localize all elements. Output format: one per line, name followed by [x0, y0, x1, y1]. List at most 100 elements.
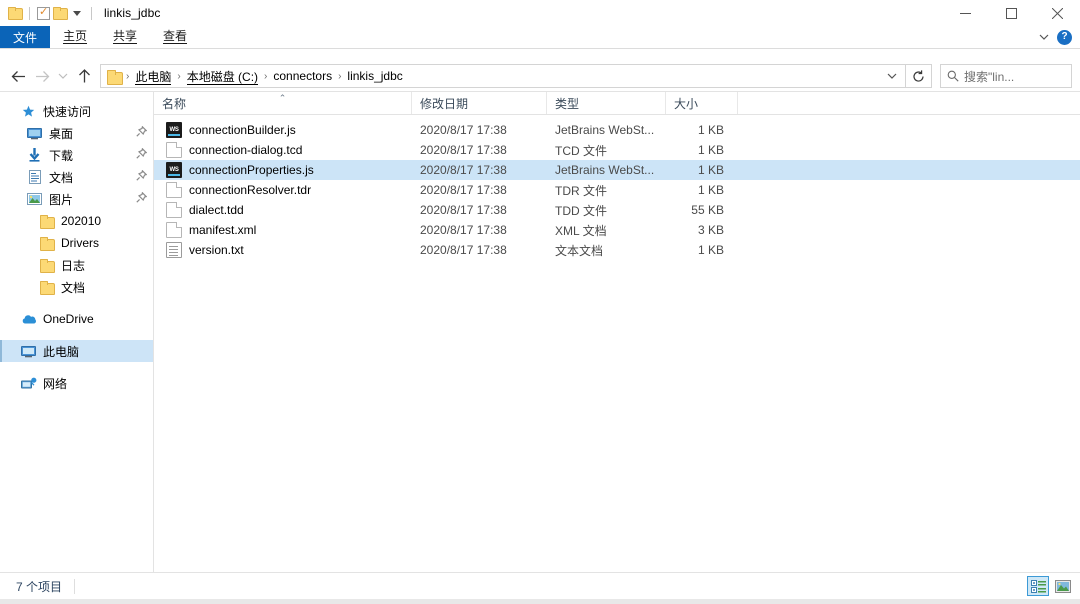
sidebar-item-network[interactable]: 网络	[0, 372, 153, 394]
table-row[interactable]: connection-dialog.tcd 2020/8/17 17:38 TC…	[154, 140, 1080, 160]
sidebar-item-drivers[interactable]: Drivers	[0, 232, 153, 254]
sidebar-item-onedrive[interactable]: OneDrive	[0, 308, 153, 330]
generic-file-icon	[166, 222, 182, 238]
computer-icon	[20, 345, 37, 358]
breadcrumb-separator-1[interactable]: ›	[175, 71, 182, 82]
sidebar-item-documents-folder[interactable]: 文档	[0, 276, 153, 298]
breadcrumb-separator-2[interactable]: ›	[262, 71, 269, 82]
file-name: dialect.tdd	[189, 203, 244, 217]
sidebar-item-quick-access[interactable]: 快速访问	[0, 100, 153, 122]
window-title: linkis_jdbc	[104, 6, 161, 20]
ribbon-spacer	[200, 26, 1039, 48]
file-rows: WS connectionBuilder.js 2020/8/17 17:38 …	[154, 115, 1080, 572]
tab-view[interactable]: 查看	[150, 26, 200, 48]
back-button[interactable]	[6, 63, 30, 89]
folder-icon	[38, 258, 55, 273]
quick-access-toolbar	[0, 5, 96, 20]
qat-divider-2	[91, 6, 92, 20]
breadcrumb-dropdown-icon[interactable]	[881, 65, 903, 87]
folder-icon	[38, 236, 55, 251]
column-header-name[interactable]: ⌃ 名称	[154, 92, 412, 114]
file-type: TDD 文件	[555, 203, 607, 218]
file-name: connectionResolver.tdr	[189, 183, 312, 197]
search-placeholder: 搜索"lin...	[964, 69, 1015, 84]
customize-caret-icon[interactable]	[70, 10, 84, 16]
breadcrumb-separator-3[interactable]: ›	[336, 71, 343, 82]
refresh-button[interactable]	[906, 64, 932, 88]
folder-icon	[38, 280, 55, 295]
sidebar-item-label: 快速访问	[43, 104, 92, 119]
pin-icon[interactable]	[136, 125, 148, 140]
close-button[interactable]	[1034, 0, 1080, 26]
file-size: 1 KB	[697, 143, 724, 157]
sidebar-item-pictures[interactable]: 图片	[0, 188, 153, 210]
chevron-down-icon[interactable]	[1039, 34, 1049, 40]
ribbon-collapsed-pane	[0, 49, 1080, 61]
large-icons-view-button[interactable]	[1052, 576, 1074, 596]
view-mode-buttons	[1027, 576, 1074, 596]
sidebar-item-this-pc[interactable]: 此电脑	[0, 340, 153, 362]
tab-file[interactable]: 文件	[0, 26, 51, 48]
table-row[interactable]: version.txt 2020/8/17 17:38 文本文档 1 KB	[154, 240, 1080, 260]
table-row[interactable]: connectionResolver.tdr 2020/8/17 17:38 T…	[154, 180, 1080, 200]
file-name: connection-dialog.tcd	[189, 143, 303, 157]
file-type: TDR 文件	[555, 183, 607, 198]
help-icon[interactable]: ?	[1057, 29, 1072, 45]
star-icon	[20, 105, 37, 118]
sidebar-item-desktop[interactable]: 桌面	[0, 122, 153, 144]
file-size: 1 KB	[697, 123, 724, 137]
sidebar-item-label: 桌面	[49, 126, 74, 141]
breadcrumb[interactable]: › 此电脑 › 本地磁盘 (C:) › connectors › linkis_…	[100, 64, 906, 88]
network-icon	[20, 377, 37, 390]
sidebar-item-202010[interactable]: 202010	[0, 210, 153, 232]
recent-locations-icon[interactable]	[54, 63, 72, 89]
sidebar-item-label: 文档	[49, 170, 74, 185]
tab-share[interactable]: 共享	[100, 26, 150, 48]
file-type: JetBrains WebSt...	[555, 163, 655, 177]
breadcrumb-separator-0[interactable]: ›	[124, 71, 131, 82]
breadcrumb-item-3[interactable]: linkis_jdbc	[343, 67, 406, 85]
table-row[interactable]: WS connectionBuilder.js 2020/8/17 17:38 …	[154, 120, 1080, 140]
table-row[interactable]: WS connectionProperties.js 2020/8/17 17:…	[154, 160, 1080, 180]
minimize-button[interactable]	[942, 0, 988, 26]
sidebar-item-label: 网络	[43, 376, 68, 391]
column-header-filler	[738, 92, 1080, 114]
forward-button[interactable]	[30, 63, 54, 89]
column-header-size[interactable]: 大小	[666, 92, 738, 114]
breadcrumb-item-0[interactable]: 此电脑	[131, 66, 175, 87]
file-type: XML 文档	[555, 223, 607, 238]
table-row[interactable]: dialect.tdd 2020/8/17 17:38 TDD 文件 55 KB	[154, 200, 1080, 220]
ribbon-tab-bar: 文件 主页 共享 查看 ?	[0, 26, 1080, 48]
column-header-type[interactable]: 类型	[547, 92, 666, 114]
details-view-button[interactable]	[1027, 576, 1049, 596]
breadcrumb-item-2[interactable]: connectors	[269, 67, 336, 85]
folder-icon[interactable]	[8, 7, 23, 20]
column-header-date-modified[interactable]: 修改日期	[412, 92, 547, 114]
sidebar-item-documents[interactable]: 文档	[0, 166, 153, 188]
file-size: 3 KB	[697, 223, 724, 237]
file-date: 2020/8/17 17:38	[420, 223, 507, 237]
tab-home[interactable]: 主页	[50, 26, 100, 48]
new-folder-icon[interactable]	[53, 7, 68, 20]
pin-icon[interactable]	[136, 191, 148, 206]
file-date: 2020/8/17 17:38	[420, 163, 507, 177]
sidebar-item-downloads[interactable]: 下载	[0, 144, 153, 166]
breadcrumb-item-1[interactable]: 本地磁盘 (C:)	[183, 66, 262, 87]
file-size: 1 KB	[697, 163, 724, 177]
pin-icon[interactable]	[136, 169, 148, 184]
up-button[interactable]	[72, 63, 96, 89]
sidebar-item-label: OneDrive	[43, 312, 94, 326]
file-name: connectionProperties.js	[189, 163, 314, 177]
cloud-icon	[20, 314, 37, 325]
properties-icon[interactable]	[37, 5, 50, 20]
status-bar: 7 个项目	[0, 572, 1080, 599]
maximize-button[interactable]	[988, 0, 1034, 26]
sort-ascending-icon: ⌃	[278, 93, 287, 103]
sidebar-item-logs[interactable]: 日志	[0, 254, 153, 276]
webstorm-file-icon: WS	[166, 162, 182, 178]
table-row[interactable]: manifest.xml 2020/8/17 17:38 XML 文档 3 KB	[154, 220, 1080, 240]
search-input[interactable]: 搜索"lin...	[940, 64, 1072, 88]
ribbon-right-controls: ?	[1039, 26, 1080, 48]
pin-icon[interactable]	[136, 147, 148, 162]
file-name: manifest.xml	[189, 223, 257, 237]
